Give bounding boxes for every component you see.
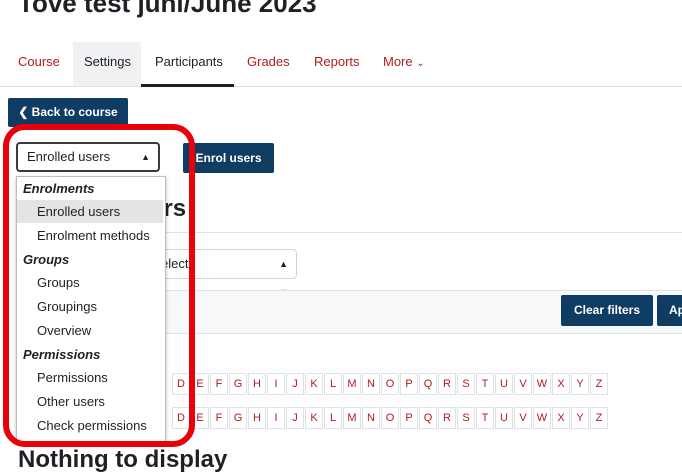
initial-letter-y[interactable]: Y [571,407,589,429]
initial-letter-i[interactable]: I [267,373,285,395]
initial-letter-d[interactable]: D [172,373,190,395]
active-tab-underline [141,84,234,87]
initial-letter-q[interactable]: Q [419,373,437,395]
last-name-initials-bar: DEFGHIJKLMNOPQRSTUVWXYZ [172,407,609,429]
participants-nav-dropdown: Enrolments Enrolled users Enrolment meth… [16,176,166,442]
participants-nav-select[interactable]: Enrolled users ▲▼ [16,142,160,188]
dropdown-group-groups: Groups [23,252,70,267]
initial-letter-j[interactable]: J [286,373,304,395]
initial-letter-h[interactable]: H [248,373,266,395]
dropdown-item-permissions[interactable]: Permissions [17,366,163,389]
clear-filters-button[interactable]: Clear filters [561,295,653,326]
dropdown-item-enrolment-methods[interactable]: Enrolment methods [17,224,163,247]
initial-letter-n[interactable]: N [362,373,380,395]
chevron-down-icon: ⌄ [416,58,425,69]
initial-letter-x[interactable]: X [552,373,570,395]
initial-letter-m[interactable]: M [343,373,361,395]
back-to-course-button[interactable]: ❮ Back to course [8,98,128,127]
enrol-users-button[interactable]: Enrol users [183,143,274,173]
initial-letter-o[interactable]: O [381,373,399,395]
empty-state-message: Nothing to display [18,446,228,473]
initial-letter-o[interactable]: O [381,407,399,429]
initial-letter-n[interactable]: N [362,407,380,429]
dropdown-item-other-users[interactable]: Other users [17,390,163,413]
initial-letter-g[interactable]: G [229,373,247,395]
tab-more-label: More [383,54,413,69]
initial-letter-e[interactable]: E [191,407,209,429]
initial-letter-k[interactable]: K [305,407,323,429]
initial-letter-v[interactable]: V [514,373,532,395]
initial-letter-u[interactable]: U [495,407,513,429]
filter-select[interactable]: elect ▲▼ [150,249,297,297]
initial-letter-p[interactable]: P [400,373,418,395]
first-name-initials-bar: DEFGHIJKLMNOPQRSTUVWXYZ [172,373,609,395]
initial-letter-p[interactable]: P [400,407,418,429]
course-nav: Course Settings Participants Grades Repo… [0,42,682,87]
initial-letter-f[interactable]: F [210,407,228,429]
initial-letter-r[interactable]: R [438,407,456,429]
initial-letter-x[interactable]: X [552,407,570,429]
tab-course[interactable]: Course [18,54,60,69]
initial-letter-g[interactable]: G [229,407,247,429]
initial-letter-d[interactable]: D [172,407,190,429]
select-value: Enrolled users [27,149,111,164]
tab-grades[interactable]: Grades [247,54,290,69]
initial-letter-m[interactable]: M [343,407,361,429]
initial-letter-r[interactable]: R [438,373,456,395]
page-title: Tove test juni/June 2023 [18,0,317,18]
tab-reports[interactable]: Reports [314,54,360,69]
chevron-left-icon: ❮ [18,105,29,119]
tab-more[interactable]: More ⌄ [383,54,425,69]
initial-letter-e[interactable]: E [191,373,209,395]
tab-settings[interactable]: Settings [84,54,131,69]
initial-letter-t[interactable]: T [476,373,494,395]
dropdown-item-check-permissions[interactable]: Check permissions [17,414,163,437]
dropdown-item-groups[interactable]: Groups [17,271,163,294]
initial-letter-w[interactable]: W [533,407,551,429]
initial-letter-l[interactable]: L [324,373,342,395]
initial-letter-q[interactable]: Q [419,407,437,429]
tab-participants[interactable]: Participants [155,54,223,69]
dropdown-item-overview[interactable]: Overview [17,319,163,342]
initial-letter-k[interactable]: K [305,373,323,395]
initial-letter-u[interactable]: U [495,373,513,395]
initial-letter-w[interactable]: W [533,373,551,395]
apply-filters-button[interactable]: Ap [657,295,682,326]
dropdown-item-enrolled-users[interactable]: Enrolled users [17,200,163,223]
dropdown-group-permissions: Permissions [23,347,101,362]
initial-letter-h[interactable]: H [248,407,266,429]
initial-letter-f[interactable]: F [210,373,228,395]
initial-letter-v[interactable]: V [514,407,532,429]
initial-letter-i[interactable]: I [267,407,285,429]
dropdown-item-groupings[interactable]: Groupings [17,295,163,318]
initial-letter-z[interactable]: Z [590,407,608,429]
initial-letter-s[interactable]: S [457,407,475,429]
dropdown-group-enrolments: Enrolments [23,181,95,196]
initial-letter-y[interactable]: Y [571,373,589,395]
back-button-label: Back to course [31,105,118,119]
initial-letter-t[interactable]: T [476,407,494,429]
divider [150,232,682,233]
initial-letter-l[interactable]: L [324,407,342,429]
initial-letter-s[interactable]: S [457,373,475,395]
initial-letter-z[interactable]: Z [590,373,608,395]
initial-letter-j[interactable]: J [286,407,304,429]
